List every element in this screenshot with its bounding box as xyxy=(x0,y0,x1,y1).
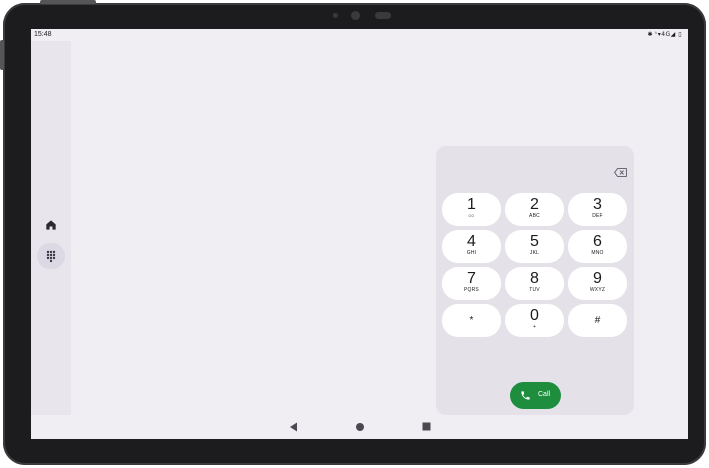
call-label: Call xyxy=(538,391,551,398)
key-letters: + xyxy=(532,324,537,330)
front-camera xyxy=(351,11,360,20)
key-digit: 1 xyxy=(467,196,476,213)
key-3[interactable]: 3 DEF xyxy=(568,193,627,226)
key-letters: GHI xyxy=(466,250,477,256)
home-icon[interactable] xyxy=(44,218,58,232)
dialpad-panel: 1 ဝဝ 2 ABC 3 DEF 4 GHI 5 JKL 6 MNO 7 PQR… xyxy=(436,146,634,415)
status-indicators: ✱ ᵗ▾4G◢ ▯ xyxy=(647,31,682,38)
key-1[interactable]: 1 ဝဝ xyxy=(442,193,501,226)
screen: 15:48 ✱ ᵗ▾4G◢ ▯ 1 ဝဝ 2 ABC 3 DEF 4 GHI 5… xyxy=(31,29,688,439)
key-digit: 7 xyxy=(467,270,476,287)
key-letters: TUV xyxy=(529,287,540,293)
home-nav-icon[interactable] xyxy=(355,422,365,432)
key-5[interactable]: 5 JKL xyxy=(505,230,564,263)
key-digit: 8 xyxy=(530,270,539,287)
phone-icon xyxy=(521,391,530,400)
backspace-icon[interactable] xyxy=(614,168,627,177)
key-star[interactable]: * xyxy=(442,304,501,337)
key-0[interactable]: 0 + xyxy=(505,304,564,337)
status-bar: 15:48 ✱ ᵗ▾4G◢ ▯ xyxy=(31,29,688,41)
key-digit: 5 xyxy=(530,233,539,250)
key-letters: ဝဝ xyxy=(468,213,475,219)
back-icon[interactable] xyxy=(289,422,298,432)
key-4[interactable]: 4 GHI xyxy=(442,230,501,263)
key-digit: 0 xyxy=(530,307,539,324)
camera-bar xyxy=(0,10,709,22)
key-2[interactable]: 2 ABC xyxy=(505,193,564,226)
status-time: 15:48 xyxy=(34,31,52,38)
dialpad-icon xyxy=(46,250,56,263)
key-letters: MNO xyxy=(591,250,604,256)
key-7[interactable]: 7 PQRS xyxy=(442,267,501,300)
key-digit: 3 xyxy=(593,196,602,213)
key-digit: # xyxy=(594,315,601,326)
key-8[interactable]: 8 TUV xyxy=(505,267,564,300)
system-nav-bar xyxy=(31,415,688,439)
dialpad-rail-item[interactable] xyxy=(37,243,65,269)
call-button[interactable]: Call xyxy=(510,382,561,409)
key-hash[interactable]: # xyxy=(568,304,627,337)
key-9[interactable]: 9 WXYZ xyxy=(568,267,627,300)
sensor-dot xyxy=(333,13,338,18)
key-digit: * xyxy=(469,315,474,326)
key-letters: DEF xyxy=(592,213,603,219)
volume-button xyxy=(0,40,4,70)
key-digit: 9 xyxy=(593,270,602,287)
key-digit: 6 xyxy=(593,233,602,250)
key-6[interactable]: 6 MNO xyxy=(568,230,627,263)
sensor-pill xyxy=(375,12,391,19)
key-letters: PQRS xyxy=(464,287,479,293)
key-letters: WXYZ xyxy=(589,287,606,293)
key-letters: ABC xyxy=(529,213,540,219)
recents-icon[interactable] xyxy=(422,422,431,431)
key-digit: 2 xyxy=(530,196,539,213)
navigation-rail xyxy=(31,41,71,415)
key-digit: 4 xyxy=(467,233,476,250)
power-button xyxy=(40,0,96,4)
key-letters: JKL xyxy=(529,250,540,256)
